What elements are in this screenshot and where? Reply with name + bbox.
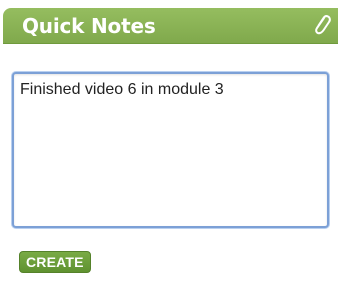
quick-notes-widget: Quick Notes Finished video 6 in module 3… [0, 0, 338, 284]
create-button[interactable]: CREATE [19, 251, 91, 273]
paperclip-icon[interactable] [309, 12, 333, 40]
note-textarea[interactable]: Finished video 6 in module 3 [12, 72, 329, 228]
widget-header: Quick Notes [3, 8, 338, 44]
widget-title: Quick Notes [22, 14, 156, 38]
